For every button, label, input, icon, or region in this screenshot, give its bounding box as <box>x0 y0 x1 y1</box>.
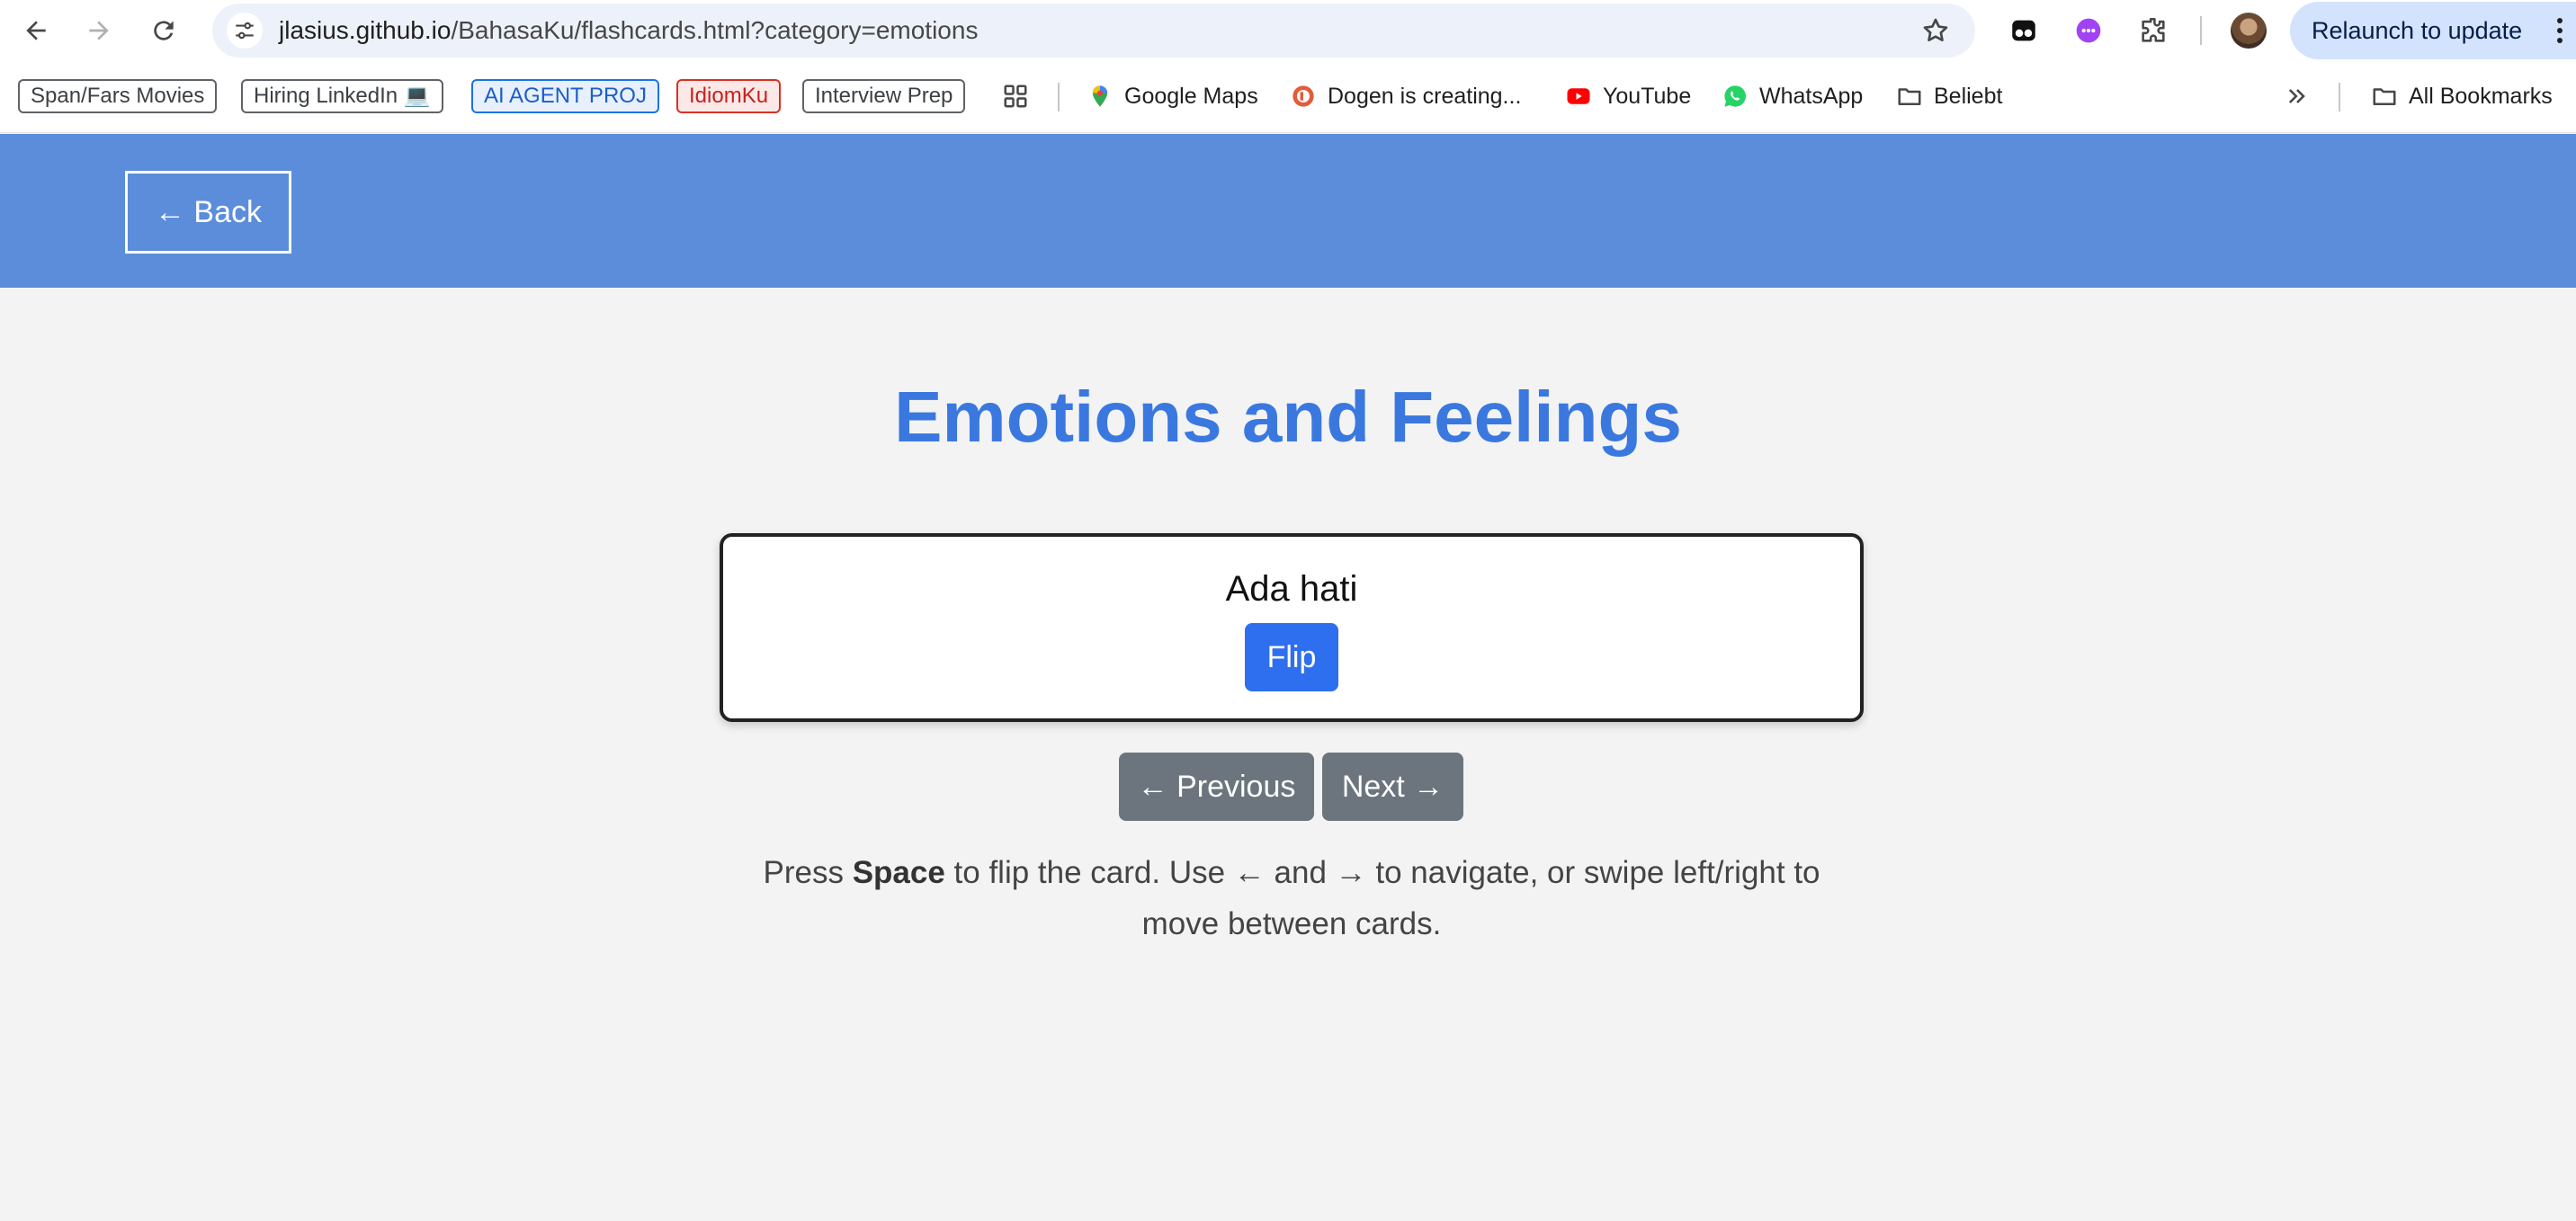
google-maps-icon <box>1087 83 1114 110</box>
bookmark-youtube[interactable]: YouTube <box>1565 79 1691 113</box>
whatsapp-icon <box>1722 83 1749 110</box>
youtube-icon <box>1565 83 1592 110</box>
bookmark-label: WhatsApp <box>1759 83 1864 109</box>
bookmark-label: Beliebt <box>1934 83 2003 109</box>
star-icon[interactable] <box>1921 16 1950 45</box>
browser-toolbar: jlasius.github.io/BahasaKu/flashcards.ht… <box>0 0 2576 61</box>
bookmark-idiomku[interactable]: IdiomKu <box>676 79 782 113</box>
flashcard-word: Ada hati <box>1225 569 1358 609</box>
help-text: Press Space to flip the card. Use ← and … <box>738 847 1846 949</box>
bookmark-divider <box>2339 83 2340 111</box>
all-bookmarks-label: All Bookmarks <box>2409 83 2553 109</box>
bookmark-dogen[interactable]: Dogen is creating... <box>1290 79 1521 113</box>
bookmark-interview-prep[interactable]: Interview Prep <box>802 79 966 113</box>
extension-icon[interactable] <box>2006 13 2042 49</box>
relaunch-label: Relaunch to update <box>2312 17 2523 44</box>
kebab-menu-icon[interactable] <box>2556 18 2563 43</box>
bookmark-divider <box>1058 83 1060 111</box>
folder-icon <box>1896 83 1923 110</box>
bookmark-folder-beliebt[interactable]: Beliebt <box>1896 79 2002 113</box>
apps-grid-icon[interactable] <box>1002 79 1029 113</box>
url-host: jlasius.github.io <box>279 16 452 44</box>
dogen-icon <box>1290 83 1317 110</box>
next-button[interactable]: Next → <box>1322 753 1463 821</box>
page-title: Emotions and Feelings <box>894 377 1682 457</box>
bookmark-label: YouTube <box>1603 83 1692 109</box>
extensions-icon[interactable] <box>2135 13 2171 49</box>
relaunch-button[interactable]: Relaunch to update <box>2290 2 2576 59</box>
flip-button[interactable]: Flip <box>1245 623 1338 691</box>
url-path: /BahasaKu/flashcards.html?category=emoti… <box>451 16 979 44</box>
toolbar-divider <box>2200 16 2202 45</box>
bookmark-label: Dogen is creating... <box>1328 83 1522 109</box>
extension-purple-icon[interactable] <box>2071 13 2106 49</box>
page-header: ← Back <box>0 134 2576 288</box>
help-key-space: Space <box>852 855 945 890</box>
help-text-part1: Press <box>763 855 853 890</box>
bookmarks-bar: Span/Fars Movies Hiring LinkedIn 💻 AI AG… <box>0 61 2576 133</box>
folder-icon <box>2371 83 2398 110</box>
bookmark-whatsapp[interactable]: WhatsApp <box>1722 79 1863 113</box>
bookmark-label: Google Maps <box>1124 83 1258 109</box>
reload-icon[interactable] <box>142 9 185 52</box>
back-arrow-icon[interactable] <box>14 9 58 52</box>
flashcard[interactable]: Ada hati Flip <box>720 533 1864 722</box>
bookmark-hiring-linkedin[interactable]: Hiring LinkedIn 💻 <box>241 79 443 113</box>
chevron-double-right-icon[interactable] <box>2285 79 2310 113</box>
profile-avatar[interactable] <box>2231 13 2267 49</box>
bookmark-span-fars-movies[interactable]: Span/Fars Movies <box>18 79 218 113</box>
address-bar[interactable]: jlasius.github.io/BahasaKu/flashcards.ht… <box>212 4 1975 58</box>
bookmark-google-maps[interactable]: Google Maps <box>1087 79 1258 113</box>
previous-button[interactable]: ← Previous <box>1119 753 1314 821</box>
help-text-part2: to flip the card. Use ← and → to navigat… <box>944 855 1820 941</box>
back-button[interactable]: ← Back <box>125 171 291 254</box>
url-text: jlasius.github.io/BahasaKu/flashcards.ht… <box>279 4 978 58</box>
site-info-icon[interactable] <box>227 13 263 49</box>
bookmark-ai-agent-proj[interactable]: AI AGENT PROJ <box>471 79 659 113</box>
all-bookmarks-button[interactable]: All Bookmarks <box>2371 79 2553 113</box>
forward-arrow-icon[interactable] <box>77 9 121 52</box>
